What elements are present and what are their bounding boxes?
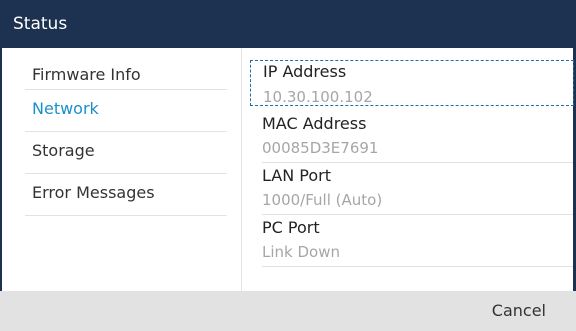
softkey-bar: Cancel [0,291,576,331]
sidebar-item-error-messages[interactable]: Error Messages [25,174,227,216]
field-label: MAC Address [262,114,367,133]
sidebar-item-label: Storage [32,141,95,160]
field-divider [262,266,573,267]
sidebar-item-label: Network [32,99,99,118]
field-divider [262,162,573,163]
pc-port-field[interactable]: PC Port Link Down [250,216,574,268]
sidebar-item-label: Error Messages [32,183,155,202]
field-value: 10.30.100.102 [263,88,373,106]
title-bar: Status [0,0,576,48]
sidebar-item-label: Firmware Info [32,65,141,84]
status-screen: Status Firmware Info Network Storage Err… [0,0,576,331]
left-border [0,48,2,291]
field-label: LAN Port [262,166,331,185]
field-divider [262,214,573,215]
status-menu: Firmware Info Network Storage Error Mess… [25,48,227,216]
field-label: IP Address [263,62,347,81]
page-title: Status [13,14,68,34]
cancel-button[interactable]: Cancel [492,291,546,331]
field-value: Link Down [262,243,340,261]
ip-address-field[interactable]: IP Address 10.30.100.102 [250,60,574,106]
sidebar-item-storage[interactable]: Storage [25,132,227,174]
sidebar-item-network[interactable]: Network [25,90,227,132]
field-label: PC Port [262,218,320,237]
sidebar-item-firmware-info[interactable]: Firmware Info [25,48,227,90]
field-value: 1000/Full (Auto) [262,191,383,209]
lan-port-field[interactable]: LAN Port 1000/Full (Auto) [250,164,574,216]
mac-address-field[interactable]: MAC Address 00085D3E7691 [250,112,574,164]
panel-divider [241,48,242,291]
field-value: 00085D3E7691 [262,139,379,157]
